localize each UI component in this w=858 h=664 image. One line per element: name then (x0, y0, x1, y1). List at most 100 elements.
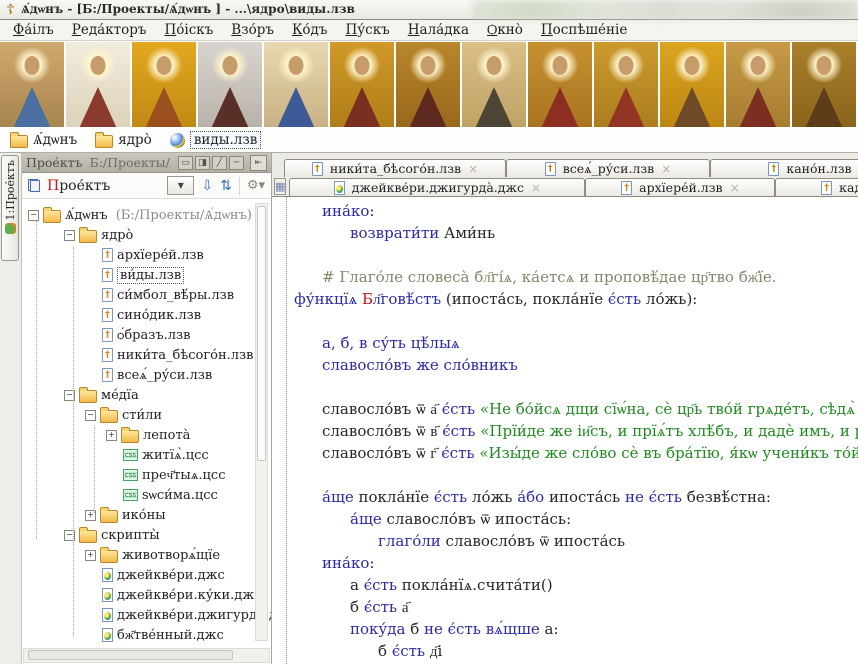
pantocrator-book-thumbnail[interactable] (462, 42, 526, 127)
project-side-tab[interactable]: 1:Прое́ктъ (1, 155, 19, 261)
menu-item-7[interactable]: Нала́дка (399, 21, 478, 39)
tree-row[interactable]: джейкве́ри.ку́ки.джс (22, 585, 271, 605)
editor-tab[interactable]: † ники́та_бѣсого́н.лзв × (284, 159, 506, 177)
tree-row[interactable]: − сти́ли (22, 405, 271, 425)
christ-blessing-thumbnail[interactable] (660, 42, 724, 127)
title-bar[interactable]: ☦ Ѧ́дѡнъ - [Б:/Проекты/Ѧ́дѡнъ ] - ...\яд… (0, 0, 858, 20)
panel-header-buttons: ▭ ◨ ╱ ─ ⇤ (178, 154, 267, 171)
menu-item-8[interactable]: Ѻкно̀ (478, 21, 532, 39)
theotokos-red-thumbnail[interactable] (528, 42, 592, 127)
tab-close-icon[interactable]: × (531, 181, 541, 195)
tree-horizontal-scrollbar-thumb[interactable] (28, 650, 233, 660)
css-file-icon: css (123, 489, 138, 501)
code-token-pl: ло́жь (641, 290, 687, 308)
menu-item-9[interactable]: Поспѣше́ніе (532, 21, 636, 39)
tree-vertical-scrollbar[interactable] (255, 203, 268, 641)
collapse-all-icon[interactable]: ⇅ (220, 178, 232, 194)
tree-horizontal-scrollbar[interactable] (23, 648, 270, 663)
tree-row[interactable]: бж҃тве́нный.джс (22, 625, 271, 645)
tree-row[interactable]: джейкве́ри.джигурда̀.джс (22, 605, 271, 625)
tree-row[interactable]: † си́мбол_вѣ́ры.лзв (22, 285, 271, 305)
float-icon[interactable]: ╱ (212, 155, 227, 170)
menu-item-1[interactable]: Фа́ілъ (4, 21, 63, 39)
hide-panel-icon[interactable]: ⇤ (250, 154, 267, 171)
editor-tab[interactable]: † всеѧ́_ру́си.лзв × (506, 159, 710, 177)
folder-icon (79, 527, 97, 543)
tree-row[interactable]: † ви́ды.лзв (22, 265, 271, 285)
tree-expander-minus[interactable]: − (28, 209, 39, 221)
code-line: б є́сть д҃і (272, 640, 858, 662)
christ-teaching-thumbnail[interactable] (594, 42, 658, 127)
tree-row[interactable]: + животворѧ́щїе (22, 545, 271, 565)
project-combo-dropdown[interactable]: ▼ (167, 176, 195, 195)
figure-robe (739, 87, 777, 127)
trinity-thumbnail[interactable] (0, 42, 64, 127)
tree-row[interactable]: † архїере́й.лзв (22, 245, 271, 265)
tree-row[interactable]: + лепота̀ (22, 425, 271, 445)
restore-icon[interactable]: ▭ (178, 155, 193, 170)
tab-close-icon[interactable]: × (730, 181, 740, 195)
code-area[interactable]: ина́ко: возврати́ти Ами́нь # Глаго́ле слов… (272, 196, 858, 664)
tree-item-label: ядро̀ (101, 227, 134, 243)
tree-expander-plus[interactable]: + (85, 549, 96, 561)
editor-tab[interactable]: джейкве́ри.джигурда̀.джс × (289, 178, 586, 196)
code-token-pl: д҃і (425, 642, 443, 660)
tree-row[interactable]: − скрипты̀ (22, 525, 271, 545)
tree-row[interactable]: − Ѧ́дѡнъ (Б:/Проекты/Ѧ́дѡнъ) (22, 205, 271, 225)
tree-row[interactable]: † ники́та_бѣсого́н.лзв (22, 345, 271, 365)
tree-row[interactable]: + ико́ны (22, 505, 271, 525)
tree-row[interactable]: джейкве́ри.джс (22, 565, 271, 585)
lzv-file-icon: † (102, 268, 113, 282)
tree-row[interactable]: − ме́дїа (22, 385, 271, 405)
project-toolbar-label: Прое́ктъ (47, 177, 111, 194)
tree-expander-minus[interactable]: − (64, 229, 75, 241)
gear-icon[interactable]: ⚙▾ (247, 178, 265, 193)
dock-icon[interactable]: ◨ (195, 155, 210, 170)
expand-all-icon[interactable]: ⇩ (201, 178, 213, 194)
pantocrator-open-book-thumbnail[interactable] (726, 42, 790, 127)
editor-tab[interactable]: † кано́н.лзв (710, 159, 858, 177)
editor-tab[interactable]: † кади́ло.лзв (775, 178, 858, 196)
tree-row[interactable]: † всеѧ́_ру́си.лзв (22, 365, 271, 385)
tree-row[interactable]: css житїѧ̀.цсс (22, 445, 271, 465)
tree-row[interactable]: † ѻ́бразъ.лзв (22, 325, 271, 345)
breadcrumb-item-1[interactable]: Ѧ́дѡнъ (10, 132, 77, 148)
christ-gold-thumbnail[interactable] (132, 42, 196, 127)
menu-item-2[interactable]: Реда́кторъ (63, 21, 156, 39)
figure-head (288, 56, 304, 75)
tree-item-label: бж҃тве́нный.джс (117, 628, 224, 643)
christ-sepia-thumbnail[interactable] (792, 42, 856, 127)
tree-expander-minus[interactable]: − (85, 409, 96, 421)
tree-item-label: лепота̀ (143, 427, 191, 443)
code-token-pl: покла́нїѧ.счита́ти() (397, 576, 553, 594)
project-pages-icon (28, 179, 40, 192)
menu-item-5[interactable]: Ко́дъ (283, 21, 336, 39)
tree-vertical-scrollbar-thumb[interactable] (257, 206, 266, 461)
tree-expander-plus[interactable]: + (106, 429, 117, 441)
minimize-icon[interactable]: ─ (229, 155, 244, 170)
js-file-icon (102, 588, 113, 602)
project-panel-header[interactable]: Прое́ктъ Б:/Проекты/Ѧ́д... ▭◨╱─ ⇤ (22, 153, 271, 173)
mandylion-thumbnail[interactable] (66, 42, 130, 127)
tree-row[interactable]: css ѕѡси́ма.цсс (22, 485, 271, 505)
lzv-file-icon: † (102, 348, 113, 362)
tab-close-icon[interactable]: × (661, 162, 671, 176)
menu-item-3[interactable]: По́іскъ (155, 21, 222, 39)
code-line: а́ще славосло́въ ѿ ипоста́сь: (272, 508, 858, 530)
tree-row[interactable]: † сино́дик.лзв (22, 305, 271, 325)
menu-item-4[interactable]: Взо́ръ (222, 21, 283, 39)
tree-row[interactable]: css преч҃тыѧ.цсс (22, 465, 271, 485)
theotokos-silver-thumbnail[interactable] (198, 42, 262, 127)
theotokos-blue-thumbnail[interactable] (264, 42, 328, 127)
tab-list-grid-icon[interactable]: ▦ (274, 178, 287, 195)
menu-item-6[interactable]: Пу́скъ (336, 21, 398, 39)
breadcrumb-item-3[interactable]: виды.лзв (169, 131, 262, 149)
breadcrumb-item-2[interactable]: ядро̀ (95, 132, 152, 148)
tab-close-icon[interactable]: × (468, 162, 478, 176)
christ-red-thumbnail[interactable] (330, 42, 394, 127)
theotokos-child-thumbnail[interactable] (396, 42, 460, 127)
editor-tab[interactable]: † архїере́й.лзв × (585, 178, 776, 196)
panel-path: Б:/Проекты/Ѧ́д... (89, 154, 171, 170)
app-cross-icon: ☦ (6, 1, 16, 18)
tree-row[interactable]: − ядро̀ (22, 225, 271, 245)
